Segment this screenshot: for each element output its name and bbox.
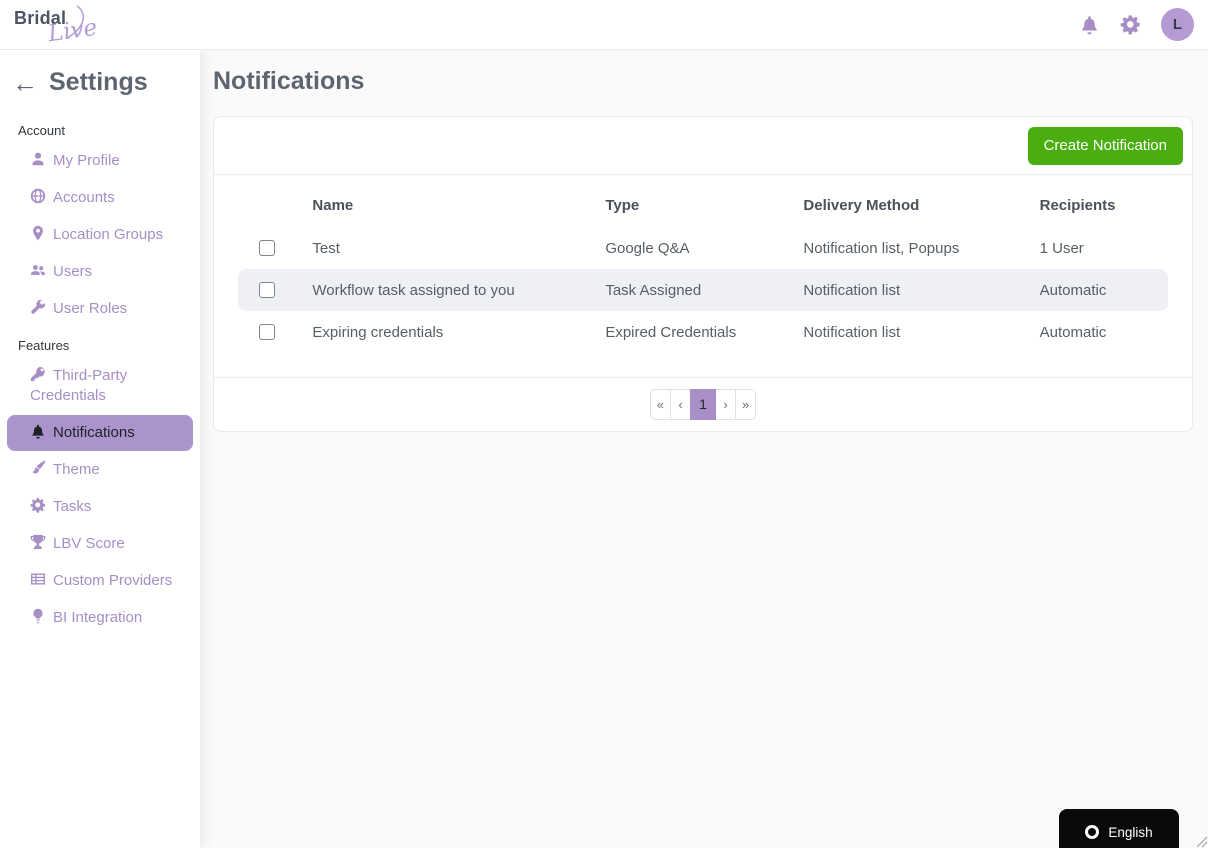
sidebar-title: Settings — [49, 68, 148, 96]
users-icon — [30, 262, 46, 278]
user-icon — [30, 151, 46, 167]
row-checkbox[interactable] — [259, 282, 275, 298]
sidebar-item-theme[interactable]: Theme — [7, 452, 193, 488]
cell-delivery-method: Notification list — [803, 323, 901, 341]
table-row[interactable]: Workflow task assigned to you Task Assign… — [238, 269, 1168, 311]
notifications-table-wrap: Name Type Delivery Method Recipients Test Go… — [214, 175, 1192, 377]
pagination-next[interactable]: › — [715, 389, 736, 420]
pagination-last[interactable]: » — [735, 389, 757, 420]
page-title: Notifications — [213, 67, 365, 95]
lightbulb-icon — [30, 608, 46, 624]
row-checkbox[interactable] — [259, 324, 275, 340]
sidebar-item-label: LBV Score — [53, 535, 125, 552]
topbar: Bridal Live L — [0, 0, 1208, 50]
column-header-delivery-method: Delivery Method — [803, 196, 920, 214]
sidebar-item-notifications[interactable]: Notifications — [7, 415, 193, 451]
pagination-first[interactable]: « — [649, 389, 671, 420]
bell-icon — [30, 423, 46, 439]
cell-type: Google Q&A — [605, 239, 690, 257]
back-arrow-icon[interactable]: ← — [12, 70, 38, 96]
cell-recipients: 1 User — [1039, 239, 1084, 257]
sidebar-item-label: Theme — [53, 461, 100, 478]
language-button[interactable]: English — [1059, 809, 1179, 848]
cell-delivery-method: Notification list — [803, 269, 1040, 311]
brush-icon — [30, 460, 46, 476]
sidebar-item-lbv-score[interactable]: LBV Score — [7, 526, 193, 562]
gear-icon[interactable] — [1120, 14, 1141, 35]
column-header-name: Name — [312, 196, 354, 214]
cell-delivery-method: Notification list, Popups — [803, 239, 960, 257]
cell-recipients: Automatic — [1039, 323, 1107, 341]
notifications-card: Create Notification Name Type Delivery Met… — [213, 116, 1193, 432]
table-icon — [30, 571, 46, 587]
sidebar-item-label: Tasks — [53, 498, 92, 515]
bell-icon[interactable] — [1079, 14, 1100, 35]
cell-type: Task Assigned — [605, 269, 804, 311]
sidebar-item-label: Notifications — [53, 424, 135, 441]
sidebar-item-label: Location Groups — [53, 226, 164, 243]
pagination-prev[interactable]: ‹ — [670, 389, 691, 420]
table-row[interactable]: Expiring credentials Expired Credentials N… — [238, 311, 1168, 353]
settings-sidebar: ← Settings Account My Profile Accounts Loca… — [0, 50, 200, 848]
avatar[interactable]: L — [1161, 8, 1194, 41]
row-checkbox[interactable] — [259, 240, 275, 256]
card-toolbar: Create Notification — [214, 117, 1192, 175]
sidebar-item-user-roles[interactable]: User Roles — [7, 291, 193, 327]
sidebar-nav: Account My Profile Accounts Location Groups… — [0, 113, 200, 637]
sidebar-item-label: My Profile — [53, 152, 120, 169]
sidebar-item-bi-integration[interactable]: BI Integration — [7, 600, 193, 636]
sidebar-item-accounts[interactable]: Accounts — [7, 180, 193, 216]
sidebar-item-label: Custom Providers — [53, 572, 173, 589]
cell-type: Expired Credentials — [605, 323, 737, 341]
sidebar-item-label: Users — [53, 263, 93, 280]
map-pin-icon — [30, 225, 46, 241]
sidebar-item-label: User Roles — [53, 300, 128, 317]
column-header-recipients: Recipients — [1039, 196, 1116, 214]
language-button-label: English — [1108, 824, 1153, 840]
main-content: Notifications Create Notification Name Ty… — [200, 50, 1208, 848]
sidebar-item-location-groups[interactable]: Location Groups — [7, 217, 193, 253]
sidebar-header: ← Settings — [0, 50, 200, 113]
sidebar-section-label: Account — [18, 123, 65, 138]
notifications-table: Name Type Delivery Method Recipients Test Go… — [238, 183, 1168, 353]
sidebar-section-label: Features — [18, 338, 70, 353]
pagination: «‹ 1 ›» — [649, 389, 757, 420]
column-header-type: Type — [605, 196, 640, 214]
table-header-row: Name Type Delivery Method Recipients — [238, 183, 1168, 227]
cell-name: Test — [312, 239, 340, 257]
pagination-band: «‹ 1 ›» — [214, 377, 1192, 431]
table-row[interactable]: Test Google Q&A Notification list, Popups 1… — [238, 227, 1168, 269]
topbar-actions: L — [1079, 8, 1194, 41]
sidebar-item-third-party-credentials[interactable]: Third-Party Credentials — [7, 358, 193, 414]
bridallive-logo[interactable]: Bridal Live — [14, 1, 124, 49]
language-globe-icon — [1085, 825, 1100, 839]
resize-handle[interactable] — [1194, 834, 1208, 848]
sidebar-item-label: Accounts — [53, 189, 115, 206]
gear-icon — [30, 497, 46, 513]
cell-name: Expiring credentials — [312, 323, 444, 341]
sidebar-item-my-profile[interactable]: My Profile — [7, 143, 193, 179]
sidebar-item-custom-providers[interactable]: Custom Providers — [7, 563, 193, 599]
key-icon — [30, 366, 46, 382]
sidebar-item-label: BI Integration — [53, 609, 143, 626]
wrench-icon — [30, 299, 46, 315]
sidebar-item-users[interactable]: Users — [7, 254, 193, 290]
trophy-icon — [30, 534, 46, 550]
globe-icon — [30, 188, 46, 204]
cell-recipients: Automatic — [1039, 269, 1168, 311]
create-notification-button[interactable]: Create Notification — [1027, 126, 1183, 165]
cell-name: Workflow task assigned to you — [312, 269, 606, 311]
pagination-page[interactable]: 1 — [690, 389, 716, 420]
sidebar-item-tasks[interactable]: Tasks — [7, 489, 193, 525]
